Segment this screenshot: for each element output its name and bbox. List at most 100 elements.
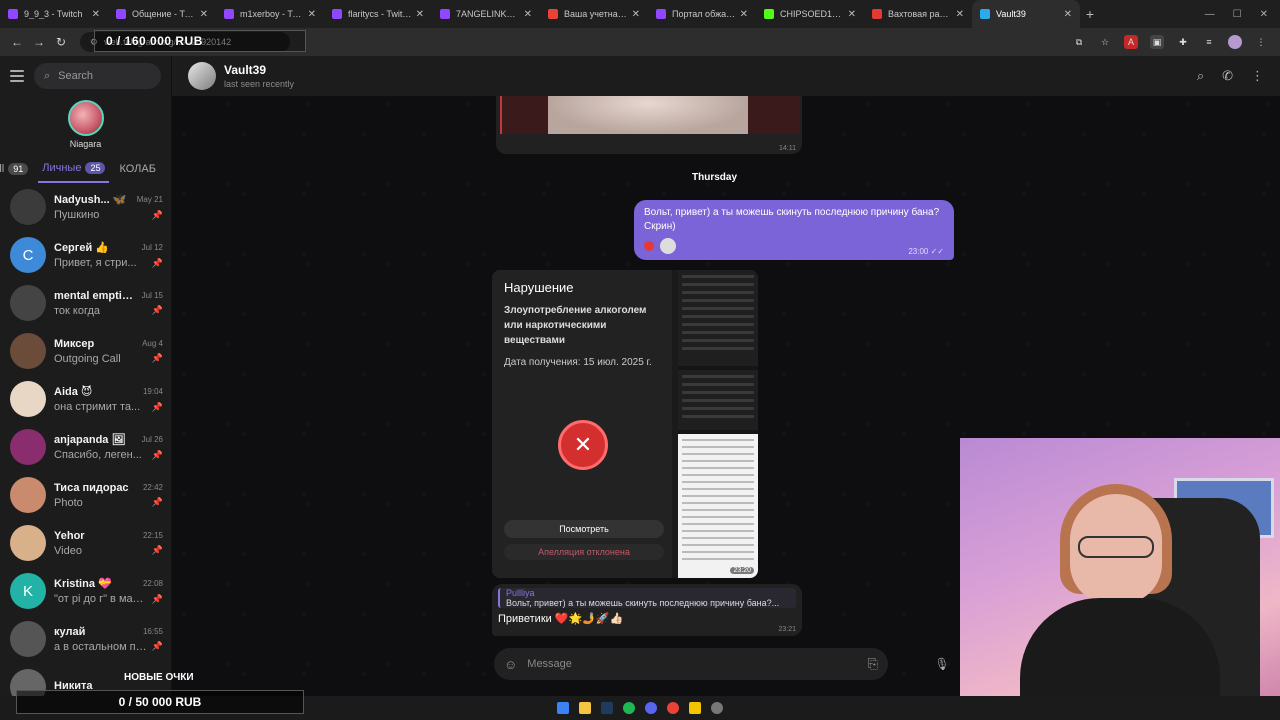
thumbnail-page-light	[678, 434, 758, 578]
browser-tab[interactable]: Вахтовая работа ✕	[864, 0, 972, 28]
file-explorer-icon[interactable]	[579, 702, 591, 714]
search-input[interactable]: ⌕ Search	[34, 63, 161, 89]
chat-time: Jul 26	[141, 435, 163, 444]
photo-thumbnail[interactable]	[548, 96, 748, 134]
incoming-message[interactable]: Pullliya Вольт, привет) а ты можешь скин…	[492, 584, 802, 636]
folder-tab[interactable]: Личные 25	[38, 155, 110, 183]
close-tab-icon[interactable]: ✕	[92, 9, 100, 20]
more-icon[interactable]: ⋮	[1251, 68, 1264, 84]
close-tab-icon[interactable]: ✕	[632, 9, 640, 20]
browser-tab[interactable]: 7ANGELINKA - Twitch ✕	[432, 0, 540, 28]
minimize-icon[interactable]: —	[1205, 9, 1215, 20]
install-app-icon[interactable]: ⧉	[1072, 35, 1086, 49]
chat-name: Тиса пидорас	[54, 481, 129, 494]
tab-favicon-icon	[332, 9, 342, 19]
app-icon[interactable]	[689, 702, 701, 714]
chat-list-item[interactable]: Миксер Aug 4 Outgoing Call 📌	[0, 327, 171, 375]
maximize-icon[interactable]: ☐	[1233, 9, 1242, 20]
adblock-extension-icon[interactable]: A	[1124, 35, 1138, 49]
menu-icon[interactable]	[10, 70, 24, 82]
tab-title: 9_9_3 - Twitch	[24, 9, 83, 19]
avatar[interactable]	[67, 100, 104, 136]
browser-tab[interactable]: Ваша учетная запись ✕	[540, 0, 648, 28]
close-tab-icon[interactable]: ✕	[200, 9, 208, 20]
pin-icon: 📌	[151, 353, 163, 363]
media-control-icon[interactable]: ≡	[1202, 35, 1216, 49]
tab-favicon-icon	[764, 9, 774, 19]
screenshot-message[interactable]: Нарушение Злоупотребление алкоголем или …	[492, 270, 758, 578]
chat-item-preview: она стримит та... 📌	[54, 401, 163, 413]
browser-tab[interactable]: Vault39 ✕	[972, 0, 1080, 28]
chat-item-preview: Video 📌	[54, 545, 163, 557]
emoji-icon[interactable]: ☺	[504, 657, 517, 672]
rejected-x-icon: ✕	[558, 420, 608, 470]
chat-list-item[interactable]: кулай 16:55 а в остальном про... 📌	[0, 615, 171, 663]
sidebar-top: ⌕ Search	[0, 56, 171, 96]
browser-menu-icon[interactable]: ⋮	[1254, 35, 1268, 49]
chat-list-item[interactable]: Yehor 22:15 Video 📌	[0, 519, 171, 567]
reactions[interactable]	[644, 238, 944, 254]
extensions-puzzle-icon[interactable]: ✚	[1176, 35, 1190, 49]
close-tab-icon[interactable]: ✕	[308, 9, 316, 20]
phone-icon[interactable]: ✆	[1222, 68, 1233, 84]
browser-tab[interactable]: CHIPSOED196 St... ✕	[756, 0, 864, 28]
chat-name: Yehor	[54, 529, 85, 542]
back-icon[interactable]: ←	[6, 35, 28, 49]
profile-avatar-icon[interactable]	[1228, 35, 1242, 49]
close-tab-icon[interactable]: ✕	[1064, 9, 1072, 20]
folder-tab[interactable]: КОЛАБ	[115, 163, 160, 175]
extension-icon[interactable]: ▣	[1150, 35, 1164, 49]
close-tab-icon[interactable]: ✕	[524, 9, 532, 20]
avatar[interactable]	[188, 62, 216, 90]
chat-list-item[interactable]: Nadyush... 🦋 May 21 Пушкино 📌	[0, 183, 171, 231]
message-input[interactable]: Message	[527, 658, 857, 670]
tab-title: 7ANGELINKA - Twitch	[456, 9, 520, 19]
discord-icon[interactable]	[645, 702, 657, 714]
folder-tab[interactable]: All91	[0, 163, 32, 175]
heart-reaction-icon[interactable]	[644, 241, 654, 251]
start-icon[interactable]	[557, 702, 569, 714]
chat-list-item[interactable]: Aida 😈 19:04 она стримит та... 📌	[0, 375, 171, 423]
reload-icon[interactable]: ↻	[50, 35, 72, 49]
spotify-icon[interactable]	[623, 702, 635, 714]
close-tab-icon[interactable]: ✕	[848, 9, 856, 20]
browser-tab[interactable]: flaritycs - Twitch ✕	[324, 0, 432, 28]
close-window-icon[interactable]: ✕	[1260, 9, 1268, 20]
forward-icon[interactable]: →	[28, 35, 50, 49]
close-tab-icon[interactable]: ✕	[740, 9, 748, 20]
obs-icon[interactable]	[711, 702, 723, 714]
new-tab-button[interactable]: +	[1080, 6, 1100, 22]
chat-title: Vault39	[224, 63, 267, 77]
microphone-icon[interactable]: 🎙	[928, 650, 956, 678]
chat-item-body: кулай 16:55 а в остальном про... 📌	[54, 626, 163, 653]
chat-list-item[interactable]: anjapanda 🖼 Jul 26 Спасибо, леген... 📌	[0, 423, 171, 471]
chat-item-body: Kristina 💝 22:08 "от рі до г" в матем...📌	[54, 577, 163, 605]
chat-header[interactable]: Vault39 last seen recently ⌕ ✆ ⋮	[172, 56, 1280, 96]
attach-icon[interactable]: ⎘	[868, 656, 878, 672]
search-icon[interactable]: ⌕	[1197, 68, 1204, 84]
browser-tab[interactable]: Общение - Twitch ✕	[108, 0, 216, 28]
screenshot-thumbnails[interactable]: 23:20	[678, 270, 758, 578]
message-composer[interactable]: ☺ Message ⎘	[494, 648, 888, 680]
browser-tab[interactable]: 9_9_3 - Twitch ✕	[0, 0, 108, 28]
story-profile[interactable]: Niagara	[0, 100, 171, 149]
image-message[interactable]: 14:11	[496, 96, 802, 154]
chat-list-item[interactable]: Тиса пидорас 22:42 Photo 📌	[0, 471, 171, 519]
reply-quote[interactable]: Pullliya Вольт, привет) а ты можешь скин…	[498, 588, 796, 608]
steam-icon[interactable]	[601, 702, 613, 714]
chat-item-body: Yehor 22:15 Video 📌	[54, 530, 163, 557]
chat-list-item[interactable]: mental emptin... Jul 15 ток когда 📌	[0, 279, 171, 327]
browser-tab[interactable]: m1xerboy - Twitch ✕	[216, 0, 324, 28]
outgoing-message[interactable]: Вольт, привет) а ты можешь скинуть после…	[634, 200, 954, 260]
chat-list-item[interactable]: K Kristina 💝 22:08 "от рі до г" в матем...📌	[0, 567, 171, 615]
bookmark-star-icon[interactable]: ☆	[1098, 35, 1112, 49]
chrome-icon[interactable]	[667, 702, 679, 714]
avatar	[10, 477, 46, 513]
screen: 9_9_3 - Twitch✕Общение - Twitch✕m1xerboy…	[0, 0, 1280, 720]
close-tab-icon[interactable]: ✕	[416, 9, 424, 20]
chat-item-preview: Photo 📌	[54, 497, 163, 509]
close-tab-icon[interactable]: ✕	[956, 9, 964, 20]
chat-list-item[interactable]: C Сергей 👍 Jul 12 Привет, я стри... 📌	[0, 231, 171, 279]
browser-tab[interactable]: Портал обжалования ✕	[648, 0, 756, 28]
tab-title: Вахтовая работа	[888, 9, 952, 19]
